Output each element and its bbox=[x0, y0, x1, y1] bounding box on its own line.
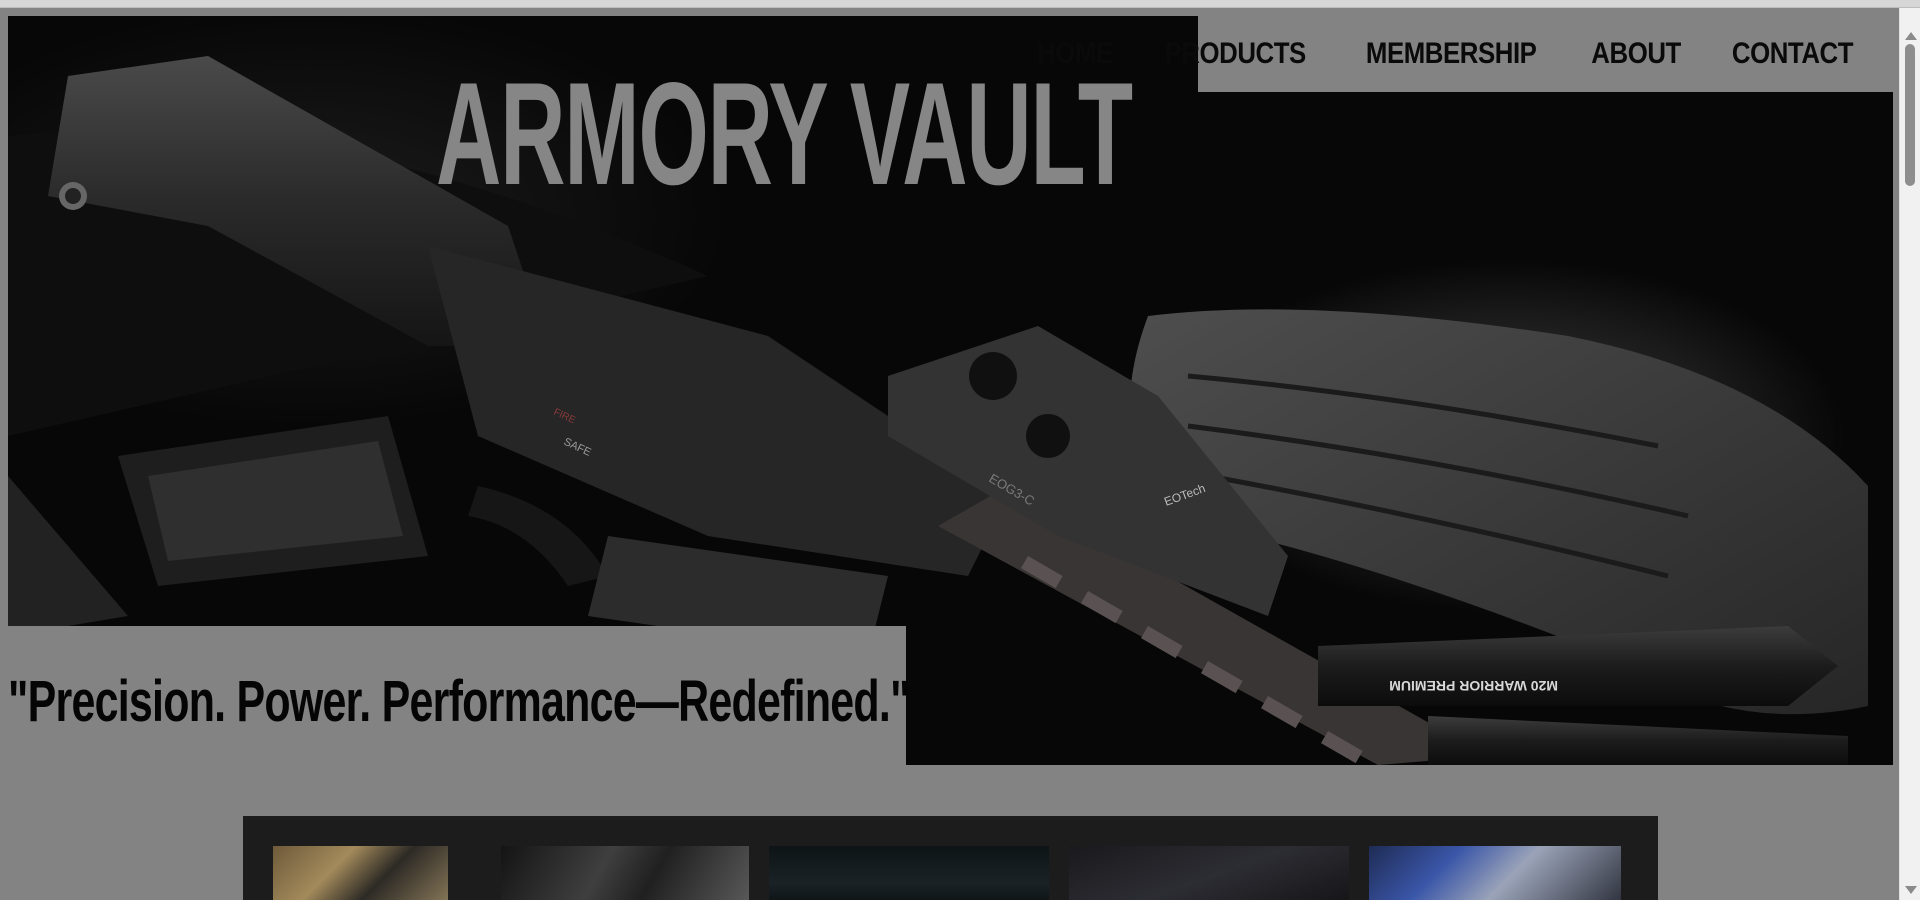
featured-gallery bbox=[243, 816, 1658, 900]
browser-top-strip bbox=[0, 0, 1920, 8]
dark-scene-thumbnail[interactable] bbox=[769, 846, 1049, 900]
scroll-down-icon[interactable] bbox=[1905, 886, 1917, 894]
scroll-up-icon[interactable] bbox=[1905, 32, 1917, 40]
nav-about[interactable]: ABOUT bbox=[1591, 37, 1681, 71]
tagline-text: "Precision. Power. Performance—Redefined… bbox=[8, 669, 910, 734]
nav-contact[interactable]: CONTACT bbox=[1732, 37, 1854, 71]
main-nav: HOME PRODUCTS MEMBERSHIP ABOUT CONTACT bbox=[1037, 16, 1893, 92]
scroll-thumb[interactable] bbox=[1905, 44, 1915, 186]
nav-home[interactable]: HOME bbox=[1037, 37, 1113, 71]
nav-membership[interactable]: MEMBERSHIP bbox=[1365, 37, 1536, 71]
flashlight-engraving: M20 WARRIOR PREMIUM bbox=[1389, 678, 1558, 694]
page: SAFE FIRE EOG3-C EOTech M20 WARRIOR PREM… bbox=[0, 8, 1899, 900]
jacket-thumbnail[interactable] bbox=[1069, 846, 1349, 900]
optics-parts-thumbnail[interactable] bbox=[1369, 846, 1621, 900]
rifle-closeup-thumbnail[interactable] bbox=[501, 846, 749, 900]
vertical-scrollbar[interactable] bbox=[1899, 8, 1920, 900]
site-logo-title[interactable]: ARMORY VAULT bbox=[436, 61, 1133, 207]
nav-products[interactable]: PRODUCTS bbox=[1165, 37, 1307, 71]
cash-stack-thumbnail[interactable] bbox=[273, 846, 448, 900]
